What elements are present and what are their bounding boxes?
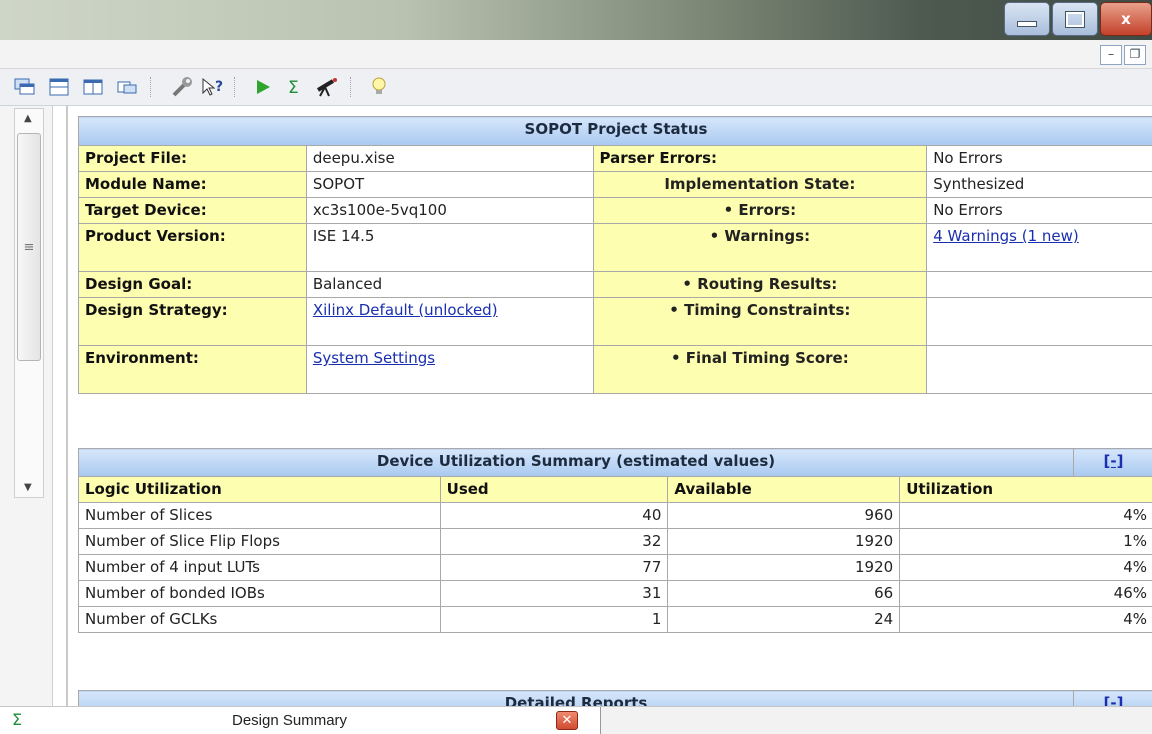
doc-minimize-button[interactable]: –	[1100, 45, 1122, 65]
table-row: Number of Slice Flip Flops 32 1920 1%	[79, 529, 1152, 555]
table-cell: 1	[440, 607, 668, 633]
scroll-down-icon[interactable]: ▼	[24, 482, 32, 493]
design-summary-panel: SOPOT Project Status Project File: deepu…	[66, 106, 1152, 706]
target-device-value: xc3s100e-5vq100	[306, 198, 593, 224]
final-timing-score-value	[927, 346, 1152, 394]
telescope-icon[interactable]	[314, 75, 340, 99]
column-header: Logic Utilization	[79, 477, 441, 503]
column-header: Utilization	[900, 477, 1152, 503]
project-file-label: Project File:	[79, 146, 307, 172]
sigma-icon: Σ	[12, 710, 22, 729]
scroll-thumb[interactable]: ≡	[17, 133, 41, 361]
minimize-icon	[1017, 21, 1037, 27]
timing-constraints-value	[927, 298, 1152, 346]
design-strategy-link[interactable]: Xilinx Default (unlocked)	[313, 301, 498, 319]
context-help-icon[interactable]: ?	[200, 75, 226, 99]
float-window-icon[interactable]	[114, 75, 140, 99]
title-bar: x	[0, 0, 1152, 40]
scroll-up-icon[interactable]: ▲	[24, 113, 32, 124]
wrench-icon[interactable]	[170, 75, 196, 99]
table-cell: 46%	[900, 581, 1152, 607]
table-row: Number of bonded IOBs 31 66 46%	[79, 581, 1152, 607]
implementation-state-value: Synthesized	[927, 172, 1152, 198]
column-header: Used	[440, 477, 668, 503]
mdi-control-bar: – ❐	[0, 40, 1152, 69]
table-cell: Number of GCLKs	[79, 607, 441, 633]
table-cell: 1920	[668, 555, 900, 581]
table-row: Number of 4 input LUTs 77 1920 4%	[79, 555, 1152, 581]
table-cell: Number of 4 input LUTs	[79, 555, 441, 581]
tile-horizontal-icon[interactable]	[46, 75, 72, 99]
parser-errors-label: Parser Errors:	[593, 146, 927, 172]
project-file-value: deepu.xise	[306, 146, 593, 172]
svg-text:?: ?	[215, 79, 223, 95]
routing-results-value	[927, 272, 1152, 298]
close-tab-icon[interactable]: ✕	[556, 711, 578, 730]
lightbulb-icon[interactable]	[366, 75, 392, 99]
module-name-value: SOPOT	[306, 172, 593, 198]
table-cell: 24	[668, 607, 900, 633]
product-version-label: Product Version:	[79, 224, 307, 272]
vertical-scrollbar[interactable]: ▲ ≡ ▼	[14, 108, 44, 498]
toolbar-separator	[234, 77, 237, 97]
tab-design-summary[interactable]: Σ Design Summary ✕	[0, 707, 601, 734]
svg-text:Σ: Σ	[288, 78, 299, 97]
cascade-windows-icon[interactable]	[12, 75, 38, 99]
table-cell: 32	[440, 529, 668, 555]
tab-label: Design Summary	[232, 712, 347, 729]
close-icon: x	[1121, 10, 1131, 28]
table-cell: 77	[440, 555, 668, 581]
implementation-state-label: Implementation State:	[593, 172, 927, 198]
table-cell: 31	[440, 581, 668, 607]
maximize-icon	[1066, 12, 1084, 27]
timing-constraints-label: • Timing Constraints:	[593, 298, 927, 346]
table-cell: 66	[668, 581, 900, 607]
warnings-label: • Warnings:	[593, 224, 927, 272]
toolbar: ? Σ	[0, 69, 1152, 106]
utilization-collapse-link[interactable]: [-]	[1104, 452, 1124, 470]
target-device-label: Target Device:	[79, 198, 307, 224]
parser-errors-value: No Errors	[927, 146, 1152, 172]
utilization-table: Device Utilization Summary (estimated va…	[78, 448, 1152, 633]
sigma-icon[interactable]: Σ	[282, 75, 308, 99]
warnings-link[interactable]: 4 Warnings (1 new)	[933, 227, 1079, 245]
product-version-value: ISE 14.5	[306, 224, 593, 272]
table-cell: 4%	[900, 607, 1152, 633]
table-cell: 4%	[900, 555, 1152, 581]
table-cell: 40	[440, 503, 668, 529]
table-cell: 4%	[900, 503, 1152, 529]
utilization-title: Device Utilization Summary (estimated va…	[79, 449, 1074, 477]
toolbar-separator	[350, 77, 353, 97]
final-timing-score-label: • Final Timing Score:	[593, 346, 927, 394]
table-cell: Number of Slices	[79, 503, 441, 529]
maximize-button[interactable]	[1052, 2, 1098, 36]
project-status-table: SOPOT Project Status Project File: deepu…	[78, 116, 1152, 394]
document-tab-bar: Σ Design Summary ✕	[0, 706, 1152, 734]
table-cell: 960	[668, 503, 900, 529]
toolbar-separator	[150, 77, 153, 97]
table-row: Number of GCLKs 1 24 4%	[79, 607, 1152, 633]
close-button[interactable]: x	[1100, 2, 1152, 36]
window-controls: x	[1002, 2, 1152, 36]
run-icon[interactable]	[250, 75, 276, 99]
design-goal-label: Design Goal:	[79, 272, 307, 298]
table-cell: 1%	[900, 529, 1152, 555]
table-cell: Number of bonded IOBs	[79, 581, 441, 607]
minimize-button[interactable]	[1004, 2, 1050, 36]
column-header: Available	[668, 477, 900, 503]
tile-vertical-icon[interactable]	[80, 75, 106, 99]
errors-label: • Errors:	[593, 198, 927, 224]
table-row: Number of Slices 40 960 4%	[79, 503, 1152, 529]
errors-value: No Errors	[927, 198, 1152, 224]
project-status-title: SOPOT Project Status	[79, 117, 1152, 146]
design-strategy-label: Design Strategy:	[79, 298, 307, 346]
table-cell: 1920	[668, 529, 900, 555]
table-cell: Number of Slice Flip Flops	[79, 529, 441, 555]
module-name-label: Module Name:	[79, 172, 307, 198]
routing-results-label: • Routing Results:	[593, 272, 927, 298]
design-goal-value: Balanced	[306, 272, 593, 298]
environment-label: Environment:	[79, 346, 307, 394]
doc-restore-button[interactable]: ❐	[1124, 45, 1146, 65]
environment-link[interactable]: System Settings	[313, 349, 435, 367]
